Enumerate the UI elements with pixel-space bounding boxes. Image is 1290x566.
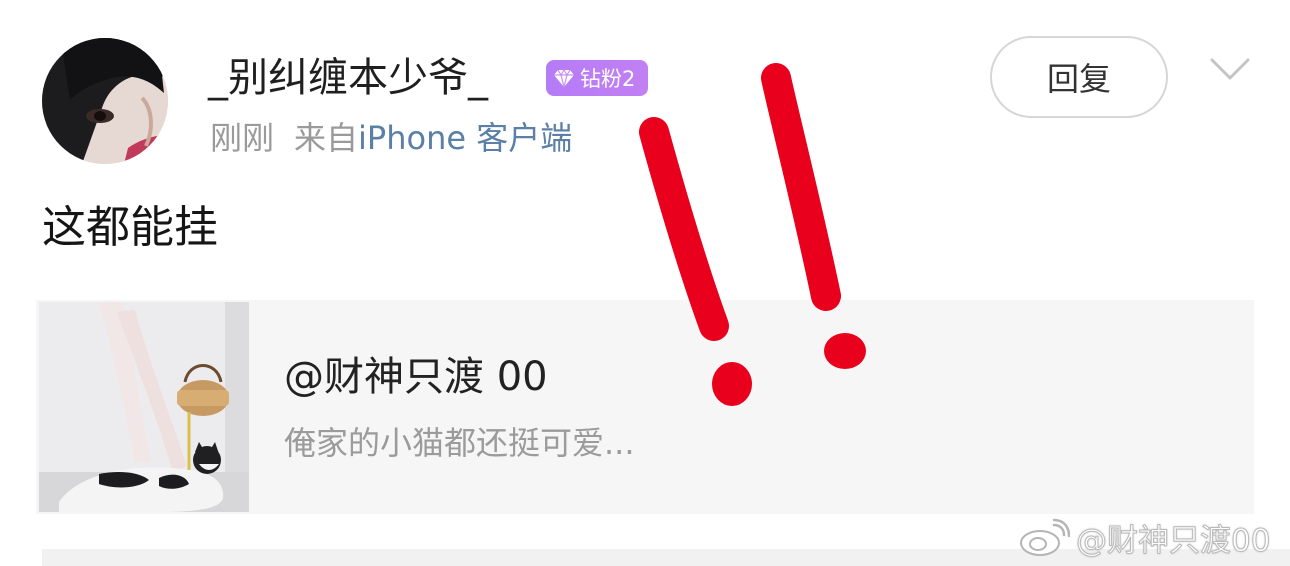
chevron-down-icon[interactable]	[1208, 54, 1252, 84]
shared-post-title: @财神只渡 00	[284, 354, 548, 400]
diamond-gem-icon	[554, 68, 574, 88]
weibo-logo-icon	[1020, 518, 1070, 556]
thumbnail-image	[39, 302, 249, 512]
badge-label: 钻粉2	[580, 67, 636, 91]
username[interactable]: _别纠缠本少爷_	[208, 52, 488, 104]
shared-post-snippet: 俺家的小猫都还挺可爱...	[284, 424, 635, 462]
shared-post-thumbnail	[39, 302, 249, 512]
fan-badge[interactable]: 钻粉2	[546, 60, 648, 96]
comment-meta: 刚刚 来自iPhone 客户端	[210, 116, 572, 160]
source-client-link[interactable]: iPhone 客户端	[358, 119, 572, 157]
avatar[interactable]	[42, 38, 168, 164]
weibo-watermark: @财神只渡00	[1018, 512, 1271, 562]
shared-post-card[interactable]: @财神只渡 00 俺家的小猫都还挺可爱...	[36, 300, 1254, 514]
avatar-image	[42, 38, 168, 164]
comment-text: 这都能挂	[42, 202, 218, 253]
reply-button[interactable]: 回复	[990, 36, 1168, 118]
timestamp: 刚刚	[210, 119, 275, 157]
source-prefix: 来自	[294, 119, 359, 157]
watermark-text: @财神只渡00	[1075, 522, 1271, 559]
